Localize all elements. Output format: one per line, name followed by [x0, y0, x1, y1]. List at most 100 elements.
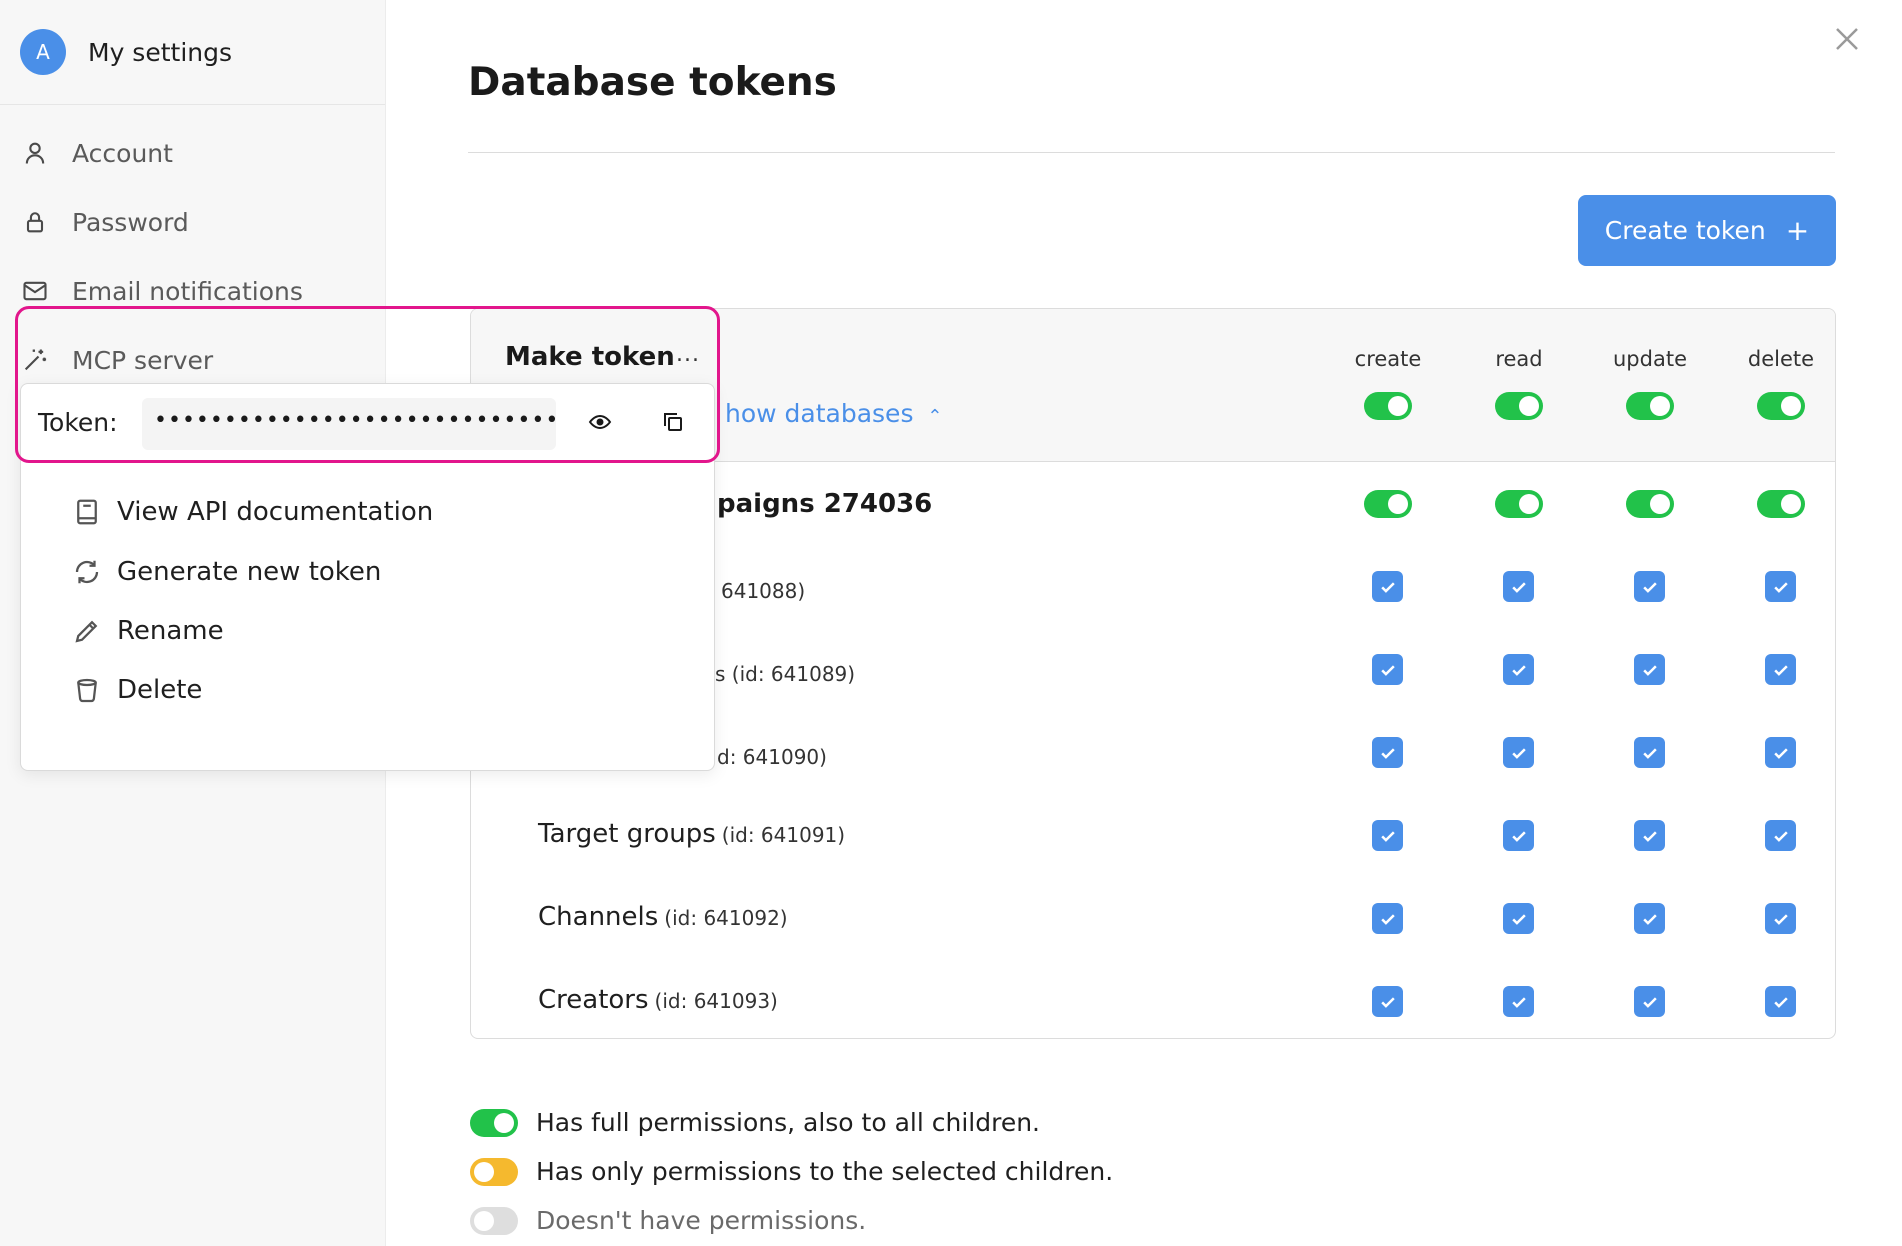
legend-full: Has full permissions, also to all childr…: [470, 1108, 1040, 1137]
check-icon: [1380, 747, 1395, 759]
token-name: Make token: [505, 342, 675, 372]
permission-checkbox-read[interactable]: [1503, 903, 1534, 934]
check-icon: [1773, 581, 1788, 593]
toggle-db-update[interactable]: [1626, 490, 1674, 518]
permission-checkbox-delete[interactable]: [1765, 571, 1796, 602]
sidebar-item-label: Email notifications: [72, 276, 303, 306]
permission-checkbox-update[interactable]: [1634, 571, 1665, 602]
token-value-field[interactable]: ••••••••••••••••••••••••••••••: [142, 398, 556, 450]
table-row-label: Target groups (id: 641091): [538, 819, 845, 849]
check-icon: [1511, 913, 1526, 925]
toggle-all-create[interactable]: [1364, 392, 1412, 420]
menu-item-label: Generate new token: [117, 557, 382, 587]
check-icon: [1642, 913, 1657, 925]
page-title: Database tokens: [468, 60, 837, 105]
menu-item-generate-new-token[interactable]: Generate new token: [71, 556, 381, 588]
check-icon: [1773, 996, 1788, 1008]
permission-checkbox-delete[interactable]: [1765, 986, 1796, 1017]
permission-checkbox-create[interactable]: [1372, 737, 1403, 768]
check-icon: [1642, 830, 1657, 842]
permission-checkbox-read[interactable]: [1503, 737, 1534, 768]
table-row-label: 641088): [721, 579, 806, 603]
permission-checkbox-delete[interactable]: [1765, 820, 1796, 851]
toggle-all-update[interactable]: [1626, 392, 1674, 420]
permission-checkbox-delete[interactable]: [1765, 654, 1796, 685]
sidebar-item-account[interactable]: Account: [20, 138, 173, 168]
permission-checkbox-update[interactable]: [1634, 654, 1665, 685]
toggle-db-create[interactable]: [1364, 490, 1412, 518]
table-id: (id: 641091): [721, 823, 846, 847]
table-row-label: Creators (id: 641093): [538, 985, 778, 1015]
sidebar-item-label: MCP server: [72, 345, 214, 375]
column-header-update: update: [1613, 347, 1687, 371]
lock-icon: [20, 207, 50, 237]
create-token-button[interactable]: Create token +: [1578, 195, 1836, 266]
permission-checkbox-read[interactable]: [1503, 654, 1534, 685]
copy-icon[interactable]: [661, 410, 685, 434]
sidebar-item-email-notifications[interactable]: Email notifications: [20, 276, 303, 306]
menu-item-rename[interactable]: Rename: [71, 615, 224, 647]
check-icon: [1642, 664, 1657, 676]
legend-text: Has full permissions, also to all childr…: [536, 1108, 1041, 1137]
legend-toggle-none: [470, 1206, 518, 1235]
legend-toggle-full: [470, 1108, 518, 1137]
permission-checkbox-create[interactable]: [1372, 571, 1403, 602]
permission-checkbox-update[interactable]: [1634, 737, 1665, 768]
token-label: Token:: [38, 408, 118, 437]
toggle-all-read[interactable]: [1495, 392, 1543, 420]
legend-text: Doesn't have permissions.: [536, 1206, 867, 1235]
more-options-icon[interactable]: ...: [676, 342, 700, 367]
check-icon: [1642, 996, 1657, 1008]
menu-item-delete[interactable]: Delete: [71, 674, 202, 706]
sidebar-item-label: Password: [72, 207, 189, 237]
toggle-db-read[interactable]: [1495, 490, 1543, 518]
chevron-up-icon: ⌃: [927, 406, 943, 427]
sidebar-item-mcp-server[interactable]: MCP server: [20, 345, 213, 375]
toggle-db-delete[interactable]: [1757, 490, 1805, 518]
check-icon: [1380, 664, 1395, 676]
table-row-label: s (id: 641089): [715, 662, 856, 686]
permission-checkbox-read[interactable]: [1503, 571, 1534, 602]
table-row-label: Channels (id: 641092): [538, 902, 788, 932]
permission-checkbox-delete[interactable]: [1765, 737, 1796, 768]
close-icon[interactable]: [1832, 24, 1862, 54]
permission-checkbox-update[interactable]: [1634, 986, 1665, 1017]
show-databases-link[interactable]: how databases ⌃: [725, 399, 943, 428]
check-icon: [1380, 830, 1395, 842]
plus-icon: +: [1785, 214, 1810, 247]
check-icon: [1773, 664, 1788, 676]
permission-checkbox-update[interactable]: [1634, 820, 1665, 851]
mail-icon: [20, 276, 50, 306]
legend-toggle-partial: [470, 1157, 518, 1186]
menu-item-label: View API documentation: [117, 497, 434, 527]
toggle-all-delete[interactable]: [1757, 392, 1805, 420]
column-header-create: create: [1354, 347, 1422, 371]
permission-checkbox-delete[interactable]: [1765, 903, 1796, 934]
avatar[interactable]: A: [20, 29, 66, 75]
permission-checkbox-create[interactable]: [1372, 820, 1403, 851]
legend-partial: Has only permissions to the selected chi…: [470, 1157, 1113, 1186]
eye-icon[interactable]: [588, 410, 612, 434]
book-icon: [71, 496, 103, 528]
permission-checkbox-create[interactable]: [1372, 654, 1403, 685]
show-databases-label: how databases: [725, 399, 914, 428]
permission-checkbox-update[interactable]: [1634, 903, 1665, 934]
column-header-delete: delete: [1747, 347, 1815, 371]
table-id: (id: 641093): [654, 989, 778, 1013]
menu-item-view-api-docs[interactable]: View API documentation: [71, 496, 433, 528]
permission-checkbox-read[interactable]: [1503, 820, 1534, 851]
sidebar-item-label: Account: [72, 138, 173, 168]
pencil-icon: [71, 615, 103, 647]
token-field-row: Token: ••••••••••••••••••••••••••••••: [20, 384, 715, 462]
sidebar-title: My settings: [88, 37, 233, 67]
permission-checkbox-read[interactable]: [1503, 986, 1534, 1017]
trash-icon: [71, 674, 103, 706]
check-icon: [1773, 747, 1788, 759]
sidebar-item-password[interactable]: Password: [20, 207, 189, 237]
check-icon: [1511, 747, 1526, 759]
permission-checkbox-create[interactable]: [1372, 903, 1403, 934]
permission-checkbox-create[interactable]: [1372, 986, 1403, 1017]
legend-none: Doesn't have permissions.: [470, 1206, 866, 1235]
menu-item-label: Delete: [117, 675, 203, 705]
check-icon: [1380, 581, 1395, 593]
